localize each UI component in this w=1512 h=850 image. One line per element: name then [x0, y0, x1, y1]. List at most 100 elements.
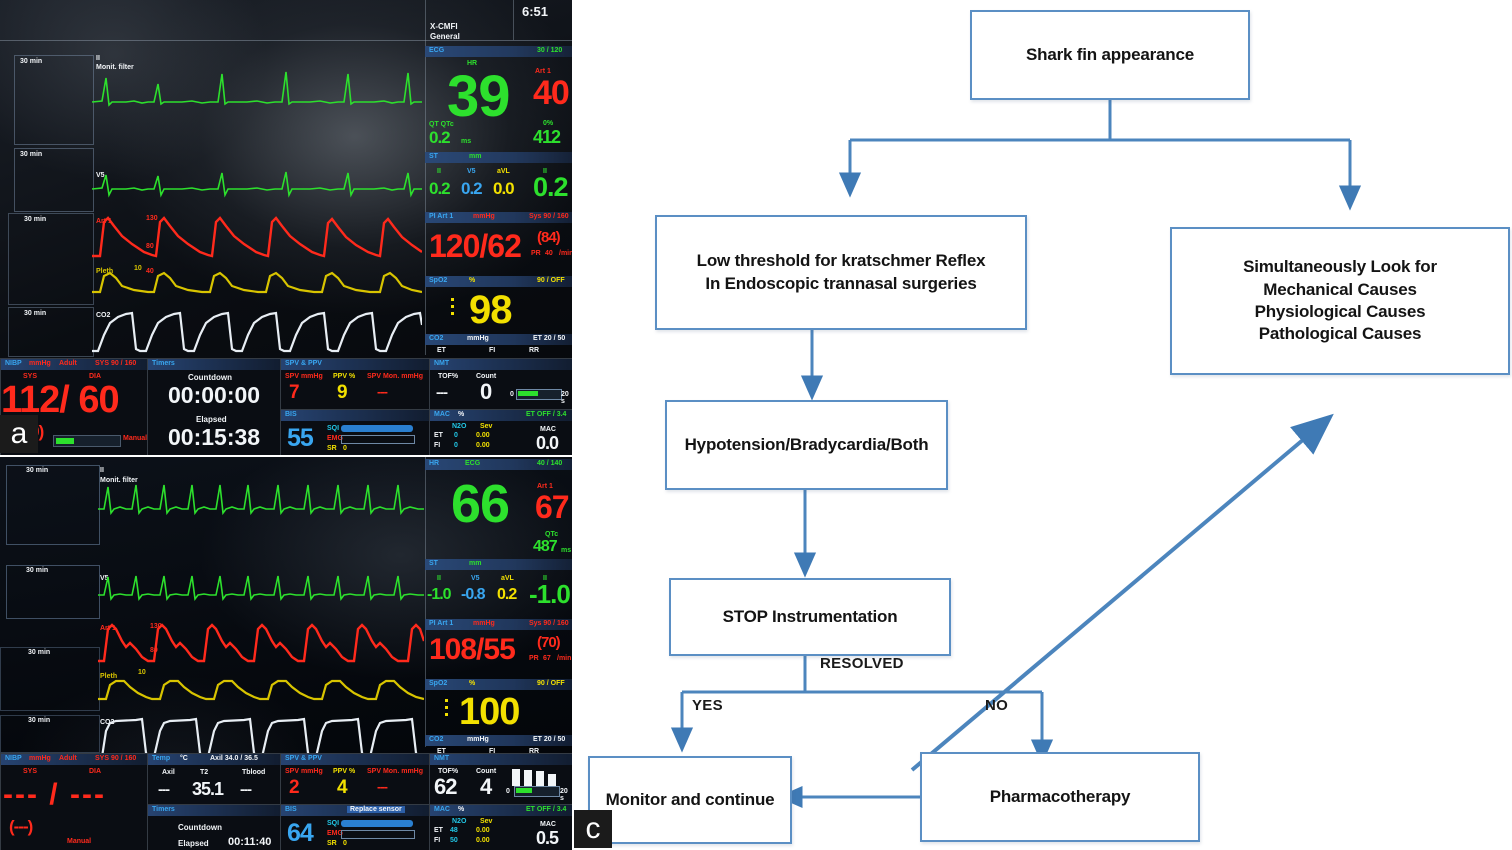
- block-header-bar: [430, 754, 572, 765]
- block-header-bar: [281, 410, 429, 421]
- nmt-scale-right: 20 s: [560, 788, 568, 802]
- node-kratschmer-label: Low threshold for kratschmer Reflex In E…: [696, 251, 986, 293]
- pleth-waveform: [92, 271, 422, 294]
- edge-label-yes: YES: [692, 697, 723, 714]
- divider: [425, 0, 426, 40]
- spo2-block: SpO2 % 90 / OFF 98: [425, 276, 572, 332]
- node-pharmacotherapy-label: Pharmacotherapy: [989, 786, 1131, 806]
- spv-ppv-label: SPV & PPV: [285, 755, 322, 762]
- abp-limits: Sys 90 / 160: [529, 213, 569, 220]
- node-monitor-continue[interactable]: Monitor and continue: [588, 756, 792, 844]
- node-stop-instrumentation-label: STOP Instrumentation: [722, 606, 898, 626]
- arterial-bp-value: 120/62: [429, 228, 522, 264]
- fi-n2o-value: 50: [450, 837, 458, 844]
- flowchart-panel-c: Shark fin appearance Low threshold for k…: [572, 0, 1512, 850]
- tblood-label: Tblood: [242, 769, 266, 776]
- mac-tile: MAC % ET OFF / 3.4 N2O Sev ET 0 0.00 FI …: [429, 409, 572, 455]
- et-n2o-value: 48: [450, 827, 458, 834]
- node-shark-fin[interactable]: Shark fin appearance: [970, 10, 1250, 100]
- sr-value: 0: [343, 445, 347, 452]
- ecg-waveform-ii: [98, 484, 424, 516]
- spo2-limits: 90 / OFF: [537, 680, 565, 687]
- cuff-bar: [53, 435, 121, 447]
- timers-tile: Timers Countdown Elapsed 00:11:40: [147, 804, 281, 850]
- ecg-sub-label: ECG: [465, 460, 481, 467]
- nmt-count-value: 0: [480, 379, 492, 404]
- ppv-value: 4: [337, 777, 348, 798]
- arterial-bp-mean: (70): [537, 634, 561, 651]
- st-block-label: ST: [429, 153, 438, 160]
- monitor-panel-a: 6:51 X-CMFI General 30 min 30 min 30 min…: [0, 0, 572, 455]
- st-value-3: 0.2: [497, 586, 517, 603]
- abp-block-label: PI Art 1: [429, 620, 454, 627]
- co2-block-label: CO2: [429, 335, 444, 342]
- nibp-value: --- / ---: [3, 778, 106, 811]
- pulse-bar-dot: [445, 706, 448, 709]
- pulse-bar-dot: [451, 298, 454, 301]
- t2-value: 35.1: [192, 779, 224, 799]
- nibp-label: NIBP: [5, 360, 22, 367]
- mac-value-label: MAC: [540, 821, 556, 828]
- node-simultaneous-causes-label: Simultaneously Look for Mechanical Cause…: [1243, 257, 1437, 344]
- mac-fi-label: FI: [434, 837, 441, 844]
- trend-box-co2: [8, 307, 94, 357]
- co2-unit: mmHg: [467, 335, 489, 342]
- bis-tile: BIS 55 SQI EMG SR 0: [280, 409, 430, 455]
- spo2-unit: %: [469, 680, 476, 687]
- elapsed-value: 00:15:38: [168, 424, 261, 450]
- nibp-limits: SYS 90 / 160: [95, 360, 137, 367]
- ecg-numeric-block: HR ECG 40 / 140 66 Art 1 67 QTc 487 ms: [425, 459, 572, 557]
- nmt-bar: [514, 786, 560, 797]
- spv-ppv-label: SPV & PPV: [285, 360, 322, 367]
- emg-bar: [341, 435, 415, 444]
- block-header-bar: [425, 559, 572, 570]
- arterial-pressure-block: PI Art 1 mmHg Sys 90 / 160 120/62 (84) P…: [425, 212, 572, 274]
- art-pulse-value: 40: [533, 74, 570, 112]
- edge-label-resolved: RESOLVED: [820, 655, 904, 672]
- abp-limits: Sys 90 / 160: [529, 620, 569, 627]
- abp-pr-unit: /min: [559, 250, 572, 257]
- ecg-waveform-v5: [92, 171, 422, 198]
- et-sev-value: 0.00: [476, 432, 490, 439]
- nmt-tile: NMT TOF% Count --- 0 0 20 s: [429, 358, 572, 410]
- st-lead-3: aVL: [501, 575, 514, 582]
- abp-unit: mmHg: [473, 620, 495, 627]
- node-stop-instrumentation[interactable]: STOP Instrumentation: [669, 578, 951, 656]
- bis-label: BIS: [285, 806, 297, 813]
- nibp-mode: Adult: [59, 360, 77, 367]
- spv-ppv-tile: SPV & PPV SPV mmHg PPV % SPV Mon. mmHg 7…: [280, 358, 430, 410]
- mac-value-label: MAC: [540, 426, 556, 433]
- pleth-waveform: [98, 679, 424, 701]
- abp-pr-unit: /min: [557, 655, 572, 662]
- mac-limits: ET OFF / 3.4: [526, 806, 567, 813]
- nibp-mean: (---): [9, 817, 33, 836]
- nibp-sys-label: SYS: [23, 768, 38, 775]
- pulse-interval-value: 412: [533, 127, 561, 147]
- mac-et-label: ET: [434, 432, 443, 439]
- nmt-bar-fill: [518, 391, 538, 396]
- ppv-value: 9: [337, 382, 348, 403]
- abp-unit: mmHg: [473, 213, 495, 220]
- node-kratschmer[interactable]: Low threshold for kratschmer Reflex In E…: [655, 215, 1027, 330]
- pulse-bar-dot: [445, 699, 448, 702]
- nmt-label: NMT: [434, 360, 450, 367]
- qt-label: QT QTc: [429, 121, 454, 128]
- nmt-tile: NMT TOF% Count 62 4 0 20 s: [429, 753, 572, 805]
- co2-block-label: CO2: [429, 736, 444, 743]
- st-value-2: -0.8: [461, 586, 486, 603]
- node-pharmacotherapy[interactable]: Pharmacotherapy: [920, 752, 1200, 842]
- heart-rate-value: 39: [447, 64, 511, 129]
- tof-value: ---: [436, 384, 448, 400]
- st-value-2: 0.2: [461, 179, 483, 198]
- mac-limits: ET OFF / 3.4: [526, 411, 567, 418]
- fi-n2o-value: 0: [454, 442, 458, 449]
- node-hypotension[interactable]: Hypotension/Bradycardia/Both: [665, 400, 948, 490]
- trend-box-art: [8, 213, 94, 305]
- bis-value: 55: [287, 424, 314, 452]
- cuff-note: Manual: [123, 435, 148, 442]
- sev-label: Sev: [480, 423, 493, 430]
- nibp-unit: mmHg: [29, 360, 51, 367]
- sqi-label: SQI: [327, 425, 340, 432]
- co2-limits: ET 20 / 50: [533, 335, 566, 342]
- node-simultaneous-causes[interactable]: Simultaneously Look for Mechanical Cause…: [1170, 227, 1510, 375]
